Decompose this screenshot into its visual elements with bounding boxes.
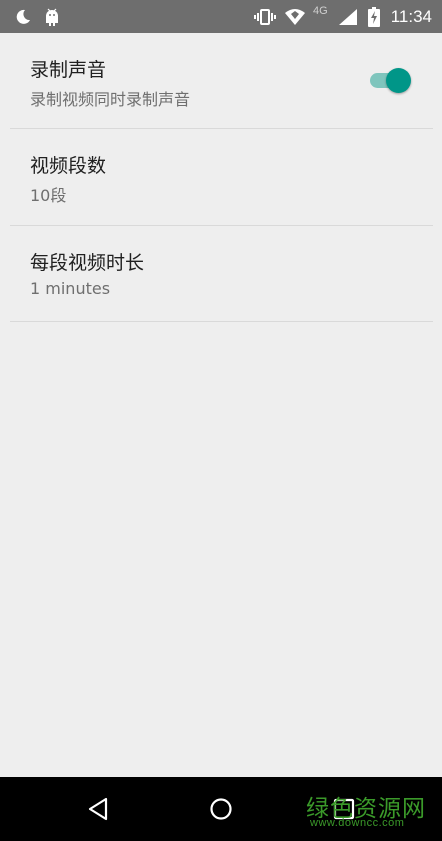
network-type-label: 4G: [313, 5, 328, 17]
setting-segment-duration[interactable]: 每段视频时长 1 minutes: [0, 226, 442, 322]
navigation-bar: 绿色资源网 www.downcc.com: [0, 777, 442, 841]
back-icon: [88, 797, 108, 821]
vibrate-icon: [253, 0, 277, 33]
setting-title: 每段视频时长: [30, 252, 145, 274]
signal-icon: [337, 0, 359, 33]
record-audio-switch[interactable]: [366, 68, 411, 93]
switch-thumb: [386, 68, 411, 93]
setting-summary: 录制视频同时录制声音: [30, 90, 191, 109]
settings-list: 录制声音 录制视频同时录制声音 视频段数 10段 每段视频时长 1 minute…: [0, 33, 442, 777]
setting-title: 录制声音: [30, 59, 107, 81]
setting-record-audio[interactable]: 录制声音 录制视频同时录制声音: [0, 33, 442, 129]
battery-charging-icon: [365, 0, 383, 33]
back-button[interactable]: [68, 777, 128, 841]
setting-video-segments[interactable]: 视频段数 10段: [0, 129, 442, 225]
watermark-url: www.downcc.com: [310, 817, 405, 829]
setting-summary: 10段: [30, 186, 67, 205]
setting-summary: 1 minutes: [30, 279, 111, 298]
setting-title: 视频段数: [30, 155, 107, 177]
home-icon: [210, 798, 232, 820]
status-bar: 4G 11:34: [0, 0, 442, 33]
home-button[interactable]: [191, 777, 251, 841]
android-icon: [42, 0, 62, 33]
status-time: 11:34: [390, 7, 432, 26]
divider: [10, 321, 433, 322]
wifi-icon: [283, 0, 307, 33]
moon-icon: [12, 0, 34, 33]
